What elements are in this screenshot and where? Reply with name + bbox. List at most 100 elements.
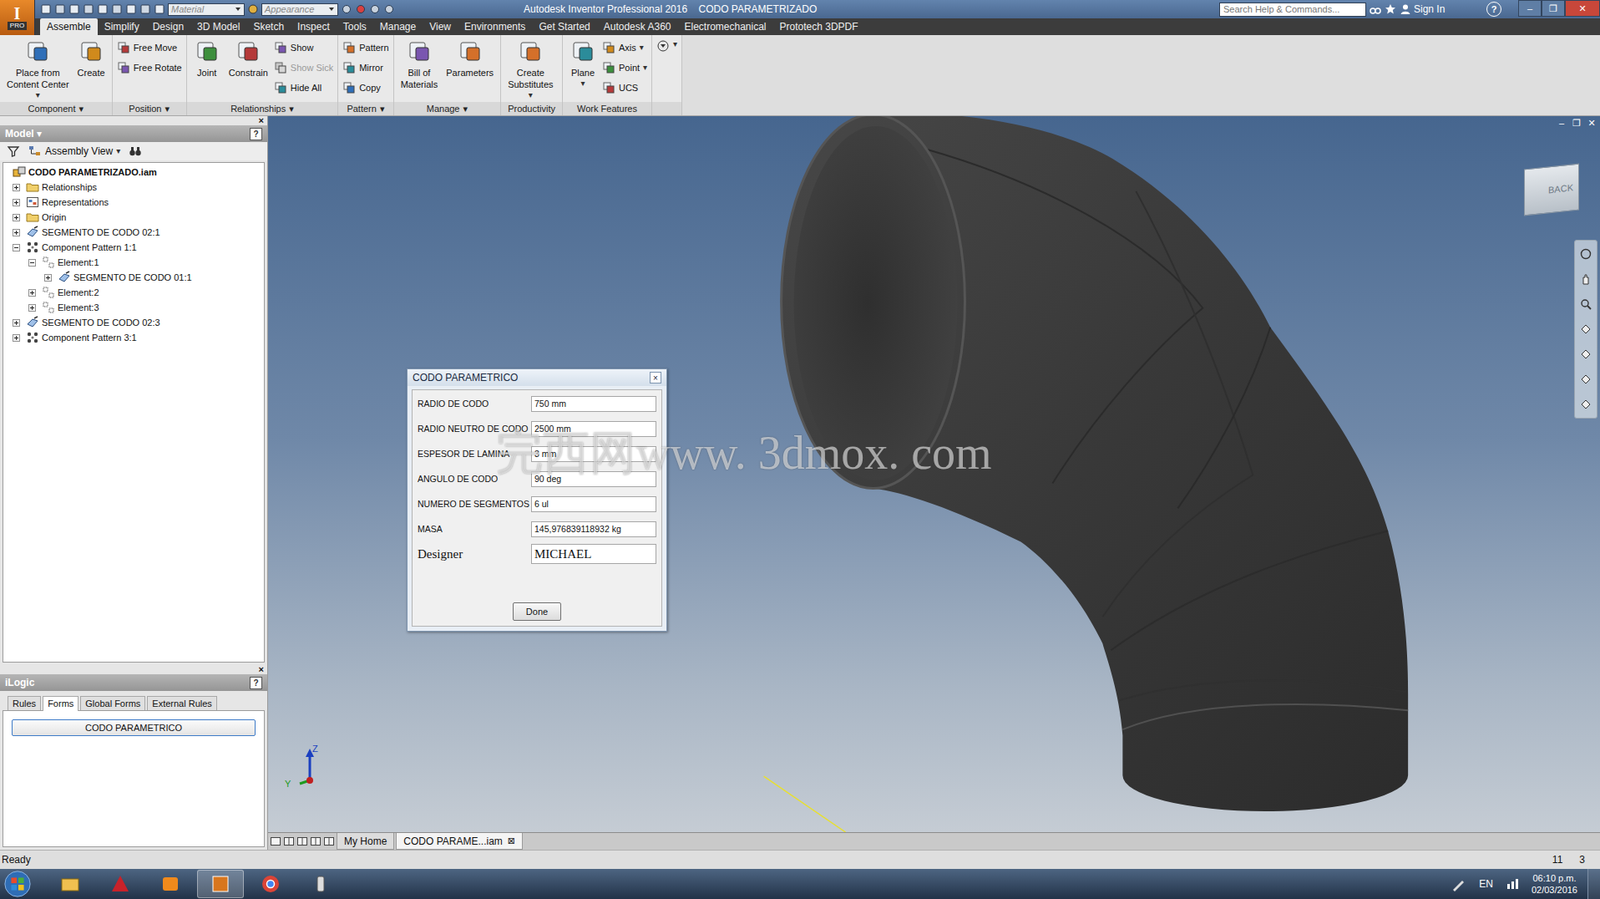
quick-access-icon[interactable]	[153, 3, 166, 16]
tree-item[interactable]: Element:1	[3, 254, 264, 270]
ribbon-tab[interactable]: Environments	[457, 18, 532, 36]
navigation-tool-icon[interactable]	[1579, 297, 1593, 311]
ilogic-tab[interactable]: External Rules	[146, 695, 218, 710]
binoculars-icon[interactable]	[1369, 3, 1382, 16]
quick-access-icon[interactable]	[139, 3, 152, 16]
ribbon-tab[interactable]: Prototech 3DPDF	[773, 18, 866, 36]
ribbon-small-button[interactable]: Show Sick	[273, 59, 334, 76]
start-orb-icon[interactable]	[3, 869, 32, 898]
tree-item[interactable]: Relationships	[3, 179, 264, 195]
ribbon-extra[interactable]: ▾	[652, 35, 683, 116]
ilogic-tab[interactable]: Forms	[42, 695, 79, 711]
close-button[interactable]: ×	[258, 116, 264, 126]
ribbon-large-button[interactable]: Plane▾	[567, 37, 599, 90]
expand-icon[interactable]	[28, 288, 36, 297]
quick-access-icon[interactable]	[68, 3, 81, 16]
window-control-button[interactable]: –	[1518, 0, 1542, 17]
expand-icon[interactable]	[28, 303, 36, 312]
expand-icon[interactable]	[12, 198, 21, 207]
ribbon-group-label[interactable]: Component ▾	[0, 101, 112, 116]
tree-item[interactable]: Origin	[3, 209, 264, 225]
field-input[interactable]: 3 mm	[531, 445, 657, 462]
taskbar-app[interactable]	[146, 869, 194, 898]
ribbon-large-button[interactable]: CreateSubstitutes▾	[505, 37, 556, 102]
window-control-button[interactable]: ❐	[1541, 0, 1565, 17]
window-layout-icon[interactable]	[269, 835, 282, 847]
field-input[interactable]: 6 ul	[531, 496, 657, 512]
search-field[interactable]: Search Help & Commands...	[1219, 2, 1367, 17]
ribbon-large-button[interactable]: Create	[75, 37, 108, 80]
browser-title[interactable]: Model ▾	[5, 127, 42, 140]
ribbon-large-button[interactable]: Joint	[191, 37, 223, 80]
viewcube[interactable]: BACK	[1524, 163, 1580, 217]
tree-item[interactable]: Element:2	[3, 284, 264, 300]
navigation-tool-icon[interactable]	[1579, 322, 1593, 336]
tree-item[interactable]: Component Pattern 1:1	[3, 239, 264, 255]
quick-access-icon[interactable]	[40, 3, 52, 16]
ribbon-tab[interactable]: View	[422, 18, 458, 36]
filter-icon[interactable]	[6, 144, 21, 158]
ribbon-small-button[interactable]: Axis▾	[602, 39, 648, 56]
field-input[interactable]: 90 deg	[531, 470, 657, 487]
form-button[interactable]: CODO PARAMETRICO	[11, 718, 256, 736]
quick-access-icon[interactable]	[111, 3, 123, 16]
quick-access-icon[interactable]	[383, 3, 395, 16]
taskbar-app[interactable]	[247, 869, 294, 898]
expand-icon[interactable]	[12, 183, 21, 192]
window-control-button[interactable]: ✕	[1564, 0, 1600, 17]
field-input[interactable]: MICHAEL	[531, 543, 657, 564]
star-icon[interactable]	[1384, 3, 1397, 16]
ribbon-small-button[interactable]: Pattern	[342, 39, 389, 56]
expand-icon[interactable]	[44, 273, 52, 282]
expand-icon[interactable]	[12, 318, 21, 327]
taskbar-app[interactable]	[96, 869, 144, 898]
show-desktop-button[interactable]	[1587, 868, 1600, 899]
ribbon-tab[interactable]: Assemble	[40, 18, 98, 36]
ilogic-tab[interactable]: Rules	[7, 695, 41, 710]
quick-access-icon[interactable]	[82, 3, 95, 16]
navigation-tool-icon[interactable]	[1579, 272, 1593, 286]
ribbon-large-button[interactable]: Parameters	[443, 37, 497, 80]
ribbon-small-button[interactable]: Free Rotate	[116, 59, 183, 76]
graphics-viewport[interactable]: –❐✕BACKZYCODO PARAMETRICO×RADIO DE CODO7…	[268, 116, 1600, 832]
quick-access-icon[interactable]	[96, 3, 109, 16]
viewport-control-button[interactable]: –	[1556, 117, 1567, 129]
viewport-control-button[interactable]: ✕	[1586, 117, 1597, 129]
navigation-tool-icon[interactable]	[1579, 347, 1593, 361]
ribbon-small-button[interactable]: Point▾	[602, 59, 648, 76]
tree-item[interactable]: SEGMENTO DE CODO 01:1	[3, 269, 264, 285]
help-button[interactable]: ?	[249, 127, 263, 141]
field-input[interactable]: 145,976839118932 kg	[531, 521, 657, 537]
appearance-combo[interactable]: Appearance	[261, 3, 339, 16]
sign-in[interactable]: Sign In	[1399, 3, 1484, 16]
tree-item[interactable]: Representations	[3, 194, 264, 210]
collapse-icon[interactable]	[28, 258, 36, 267]
field-input[interactable]: 2500 mm	[531, 420, 657, 437]
ribbon-tab[interactable]: 3D Model	[190, 18, 247, 36]
ilogic-tab[interactable]: Global Forms	[80, 695, 146, 710]
window-layout-icon[interactable]	[323, 835, 335, 847]
tree-item[interactable]: CODO PARAMETRIZADO.iam	[3, 164, 264, 180]
ribbon-small-button[interactable]: Copy	[342, 79, 389, 97]
ribbon-small-button[interactable]: Mirror	[342, 59, 389, 76]
ribbon-group-label[interactable]: Manage ▾	[394, 101, 501, 116]
ribbon-tab[interactable]: Tools	[336, 18, 374, 36]
navigation-tool-icon[interactable]	[1579, 397, 1593, 411]
tree-item[interactable]: Element:3	[3, 299, 264, 315]
ribbon-group-label[interactable]: Work Features	[562, 101, 652, 116]
ribbon-tab[interactable]: Simplify	[97, 18, 147, 36]
language-indicator[interactable]: EN	[1470, 877, 1502, 890]
ribbon-large-button[interactable]: Bill ofMaterials	[398, 37, 441, 92]
close-button[interactable]: ×	[258, 664, 264, 674]
network-icon[interactable]	[1504, 875, 1522, 892]
dialog-close-button[interactable]: ×	[649, 371, 662, 384]
ribbon-group-label[interactable]: Position ▾	[112, 101, 187, 116]
tree-item[interactable]: SEGMENTO DE CODO 02:3	[3, 314, 264, 330]
assembly-view-combo[interactable]: Assembly View▾	[28, 144, 121, 158]
expand-icon[interactable]	[12, 213, 21, 222]
ribbon-large-button[interactable]: Constrain	[226, 37, 271, 80]
ribbon-small-button[interactable]: Free Move	[116, 39, 183, 56]
ribbon-group-label[interactable]: Productivity	[501, 101, 563, 116]
ribbon-small-button[interactable]: UCS	[602, 79, 648, 97]
dialog-title-bar[interactable]: CODO PARAMETRICO×	[407, 369, 667, 386]
